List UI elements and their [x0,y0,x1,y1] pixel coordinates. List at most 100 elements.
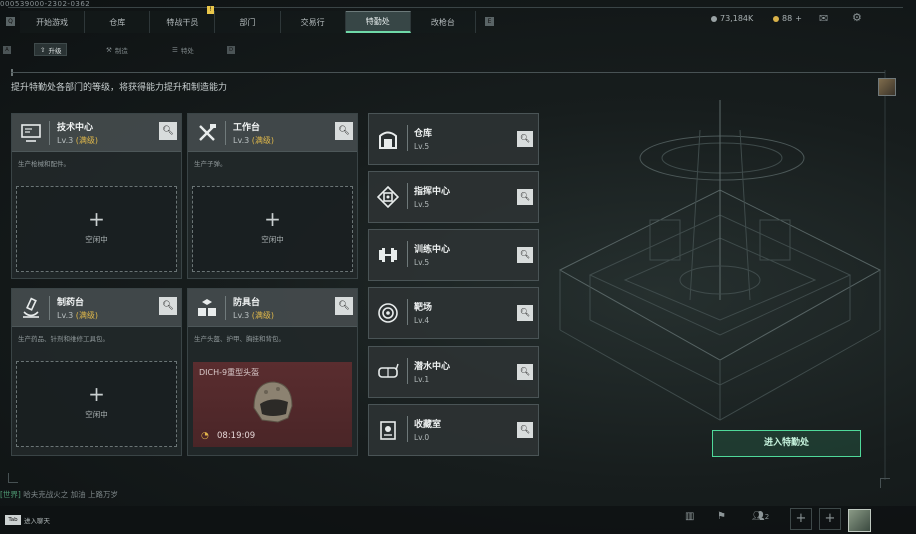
gold-currency[interactable]: 88 + [773,14,802,23]
corner-marker [880,478,890,488]
facility-level: Lv.4 [414,316,430,325]
facility-card-armor-bench[interactable]: 防具台 Lv.3 (满级) 🔍︎ 生产头盔、护甲、胸挂和背包。 DICH-9重型… [187,288,358,456]
facility-name: 仓库 [414,129,433,139]
page-description: 提升特勤处各部门的等级，将获得能力提升和制造能力 [11,83,228,93]
subtab-special[interactable]: ☰ 特处 [172,43,194,56]
armor-icon [198,299,216,316]
search-icon[interactable]: 🔍︎ [335,122,353,140]
chat-channel: [世界] [0,490,21,499]
search-icon[interactable]: 🔍︎ [517,305,533,321]
facility-description: 生产药品、针剂和维修工具包。 [18,335,109,343]
facility-name: 训练中心 [414,245,451,255]
corner-marker [8,473,18,483]
subtab-prev-key[interactable]: A [3,46,11,54]
gear-icon[interactable]: ⚙ [852,11,862,24]
gold-add[interactable]: + [795,14,802,23]
plus-icon: + [88,382,105,406]
chat-message: [世界] 哈夫克战火之 加油 上路万岁 [0,489,118,500]
facility-card-tech-center[interactable]: 技术中心 Lv.3 (满级) 🔍︎ 生产枪械和配件。 + 空闲中 [11,113,182,279]
mail-icon[interactable]: ✉ [819,12,828,25]
search-icon[interactable]: 🔍︎ [517,247,533,263]
dumbbell-icon [379,248,397,262]
facility-description: 生产枪械和配件。 [18,160,70,168]
tab-warehouse[interactable]: 仓库 [85,11,151,33]
production-slot[interactable]: + 空闲中 [16,186,177,272]
storage-icon [379,131,397,149]
silver-currency[interactable]: 73,184K [711,14,753,23]
tab-gunsmith[interactable]: 改枪台 [410,11,476,33]
facility-level: Lv.5 [414,258,430,267]
facility-level: Lv.3 (满级) [233,311,274,320]
tab-department[interactable]: 部门 [215,11,281,33]
nav-next-key[interactable]: E [485,17,494,26]
facility-name: 靶场 [414,303,433,313]
stats-icon[interactable]: ▥ [685,511,694,522]
facility-level: Lv.5 [414,200,430,209]
production-item-name: DICH-9重型头盔 [199,368,260,377]
facility-card-training-center[interactable]: 训练中心 Lv.5 🔍︎ [368,229,539,281]
facility-name: 潜水中心 [414,362,451,372]
nav-prev-key[interactable]: Q [6,17,15,26]
silver-value: 73,184K [720,14,754,23]
slot-status: 空闲中 [261,235,284,244]
facility-level: Lv.0 [414,433,430,442]
facility-level: Lv.3 (满级) [57,311,98,320]
top-divider [8,7,903,8]
subtab-upgrade[interactable]: ⇧ 升级 [34,43,68,56]
facility-description: 生产头盔、护甲、胸挂和背包。 [194,335,285,343]
card-header: 工作台 Lv.3 (满级) 🔍︎ [188,114,357,152]
production-slot[interactable]: + 空闲中 [192,186,353,272]
search-icon[interactable]: 🔍︎ [159,297,177,315]
special-icon: ☰ [172,45,178,54]
subtab-next-key[interactable]: D [227,46,235,54]
section-divider [11,72,885,73]
search-icon[interactable]: 🔍︎ [517,131,533,147]
facility-name: 制药台 [57,298,85,308]
microscope-icon [23,297,39,318]
tab-key-hint: Tab [5,515,21,525]
computer-icon [21,124,41,142]
search-icon[interactable]: 🔍︎ [159,122,177,140]
facility-card-storage[interactable]: 仓库 Lv.5 🔍︎ [368,113,539,165]
facility-level: Lv.3 (满级) [57,136,98,145]
card-header: 防具台 Lv.3 (满级) 🔍︎ [188,289,357,327]
card-header: 技术中心 Lv.3 (满级) 🔍︎ [12,114,181,152]
invite-slot-button[interactable]: + [819,508,841,530]
tools-icon [199,124,216,141]
facility-name: 收藏室 [414,420,442,430]
facility-card-pharmacy[interactable]: 制药台 Lv.3 (满级) 🔍︎ 生产药品、针剂和维修工具包。 + 空闲中 [11,288,182,456]
facility-card-diving-center[interactable]: 潜水中心 Lv.1 🔍︎ [368,346,539,398]
tab-start-game[interactable]: 开始游戏 [20,11,86,33]
production-timer: 08:19:09 [217,431,256,441]
flag-icon[interactable]: ⚑ [717,511,726,522]
facility-name: 指挥中心 [414,187,451,197]
facility-card-workbench[interactable]: 工作台 Lv.3 (满级) 🔍︎ 生产子弹。 + 空闲中 [187,113,358,279]
search-icon[interactable]: 🔍︎ [517,364,533,380]
production-slot[interactable]: + 空闲中 [16,361,177,447]
production-item[interactable]: DICH-9重型头盔 ◔ 08:19:09 [193,362,352,447]
facility-name: 防具台 [233,298,261,308]
invite-slot-button[interactable]: + [790,508,812,530]
search-icon[interactable]: 🔍︎ [517,189,533,205]
subtab-craft[interactable]: ⚒ 制造 [106,43,128,56]
tab-market[interactable]: 交易行 [280,11,346,33]
facility-description: 生产子弹。 [194,160,227,168]
facility-card-shooting-range[interactable]: 靶场 Lv.4 🔍︎ [368,287,539,339]
clock-icon: ◔ [201,431,209,441]
tab-operators[interactable]: 特战干员 [150,11,216,33]
chat-text: 哈夫克战火之 加油 上路万岁 [23,490,119,499]
chat-input[interactable]: 进入聊天 [24,515,50,525]
bottom-bar [0,506,916,534]
facility-card-collection-room[interactable]: 收藏室 Lv.0 🔍︎ [368,404,539,456]
side-thumbnail[interactable] [878,78,896,96]
avatar[interactable] [848,509,871,532]
friends-icon[interactable]: 👥︎2 [752,511,769,522]
tab-special-ops[interactable]: 特勤处 [345,11,411,33]
search-icon[interactable]: 🔍︎ [335,297,353,315]
enter-special-ops-button[interactable]: 进入特勤处 [712,430,861,457]
craft-icon: ⚒ [106,45,112,54]
facility-level: Lv.5 [414,142,430,151]
facility-card-command-center[interactable]: 指挥中心 Lv.5 🔍︎ [368,171,539,223]
search-icon[interactable]: 🔍︎ [517,422,533,438]
gold-value: 88 [782,14,793,23]
